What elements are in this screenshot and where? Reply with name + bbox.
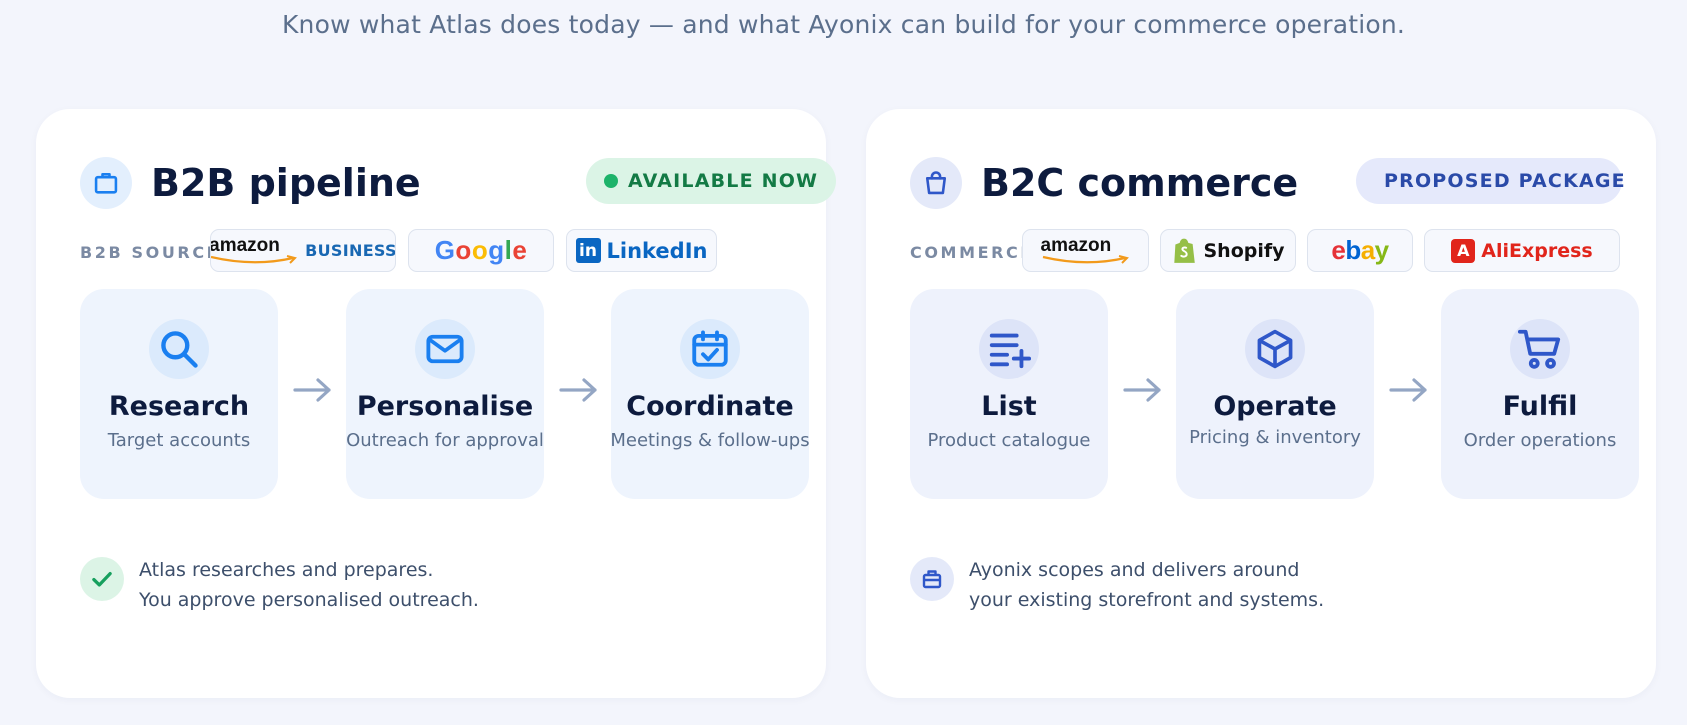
step-title: Research: [108, 391, 250, 422]
arrow-right-icon: [559, 378, 597, 402]
source-chip-linkedin: in LinkedIn: [566, 229, 717, 272]
step-operate: Operate Pricing & inventory: [1176, 289, 1374, 499]
step-fulfil: Fulfil Order operations: [1441, 289, 1639, 499]
status-dot: [604, 174, 618, 188]
step-title: Coordinate: [626, 391, 794, 422]
cart-icon: [1510, 319, 1570, 379]
step-list: List Product catalogue: [910, 289, 1108, 499]
briefcase-icon: [80, 157, 132, 209]
step-coordinate: Coordinate Meetings & follow-ups: [610, 289, 810, 499]
step-subtitle: Pricing & inventory: [1189, 427, 1361, 448]
step-title: List: [981, 391, 1037, 422]
linkedin-label: LinkedIn: [606, 238, 708, 263]
card-title: B2B pipeline: [151, 161, 421, 205]
shopping-bag-icon: [910, 157, 962, 209]
step-subtitle: Order operations: [1463, 430, 1617, 451]
source-chip-amazon: amazon: [1022, 229, 1149, 272]
source-chip-amazon-business: amazon BUSINESS: [210, 229, 396, 272]
source-chip-shopify: Shopify: [1160, 229, 1296, 272]
sources-label: COMMERCE: [910, 243, 1034, 262]
shopify-icon: [1174, 238, 1196, 263]
box-icon: [1245, 319, 1305, 379]
aliexpress-icon: A: [1451, 238, 1476, 263]
mail-icon: [415, 319, 475, 379]
footer-note: Ayonix scopes and delivers around your e…: [969, 559, 1325, 611]
shopify-label: Shopify: [1203, 239, 1285, 262]
step-title: Fulfil: [1502, 391, 1578, 422]
step-subtitle: Meetings & follow-ups: [610, 430, 810, 451]
aliexpress-label: AliExpress: [1481, 239, 1593, 262]
status-badge: AVAILABLE NOW: [586, 158, 837, 204]
step-title: Operate: [1213, 391, 1337, 422]
b2b-pipeline-card: B2B pipeline AVAILABLE NOW B2B SOURCES a…: [36, 109, 837, 698]
status-badge: PROPOSED PACKAGE: [1356, 158, 1625, 204]
source-chip-google: Google: [408, 229, 554, 272]
amazon-logo: amazon: [211, 236, 299, 265]
source-chip-ebay: ebay: [1307, 229, 1413, 272]
step-research: Research Target accounts: [80, 289, 278, 499]
page-subtitle: Know what Atlas does today — and what Ay…: [281, 10, 1406, 39]
arrow-right-icon: [1123, 378, 1161, 402]
linkedin-icon: in: [575, 238, 601, 263]
step-personalise: Personalise Outreach for approval: [346, 289, 544, 499]
source-chip-aliexpress: A AliExpress: [1424, 229, 1620, 272]
step-title: Personalise: [356, 391, 534, 422]
check-icon: [80, 557, 124, 601]
arrow-right-icon: [1389, 378, 1427, 402]
step-subtitle: Outreach for approval: [346, 430, 544, 451]
amazon-logo: amazon: [1041, 236, 1131, 265]
calendar-check-icon: [680, 319, 740, 379]
google-logo: Google: [434, 235, 528, 265]
ebay-logo: ebay: [1331, 235, 1389, 265]
step-subtitle: Product catalogue: [927, 430, 1091, 451]
amazon-business-label: BUSINESS: [305, 241, 396, 260]
arrow-right-icon: [293, 378, 331, 402]
briefcase-icon: [910, 557, 954, 601]
card-title: B2C commerce: [981, 161, 1299, 205]
status-badge-label: PROPOSED PACKAGE: [1384, 170, 1626, 192]
status-badge-label: AVAILABLE NOW: [628, 170, 819, 192]
search-icon: [149, 319, 209, 379]
step-subtitle: Target accounts: [107, 430, 251, 451]
b2c-commerce-card: B2C commerce PROPOSED PACKAGE COMMERCE a…: [866, 109, 1656, 698]
list-add-icon: [979, 319, 1039, 379]
footer-note: Atlas researches and prepares. You appro…: [139, 559, 479, 611]
